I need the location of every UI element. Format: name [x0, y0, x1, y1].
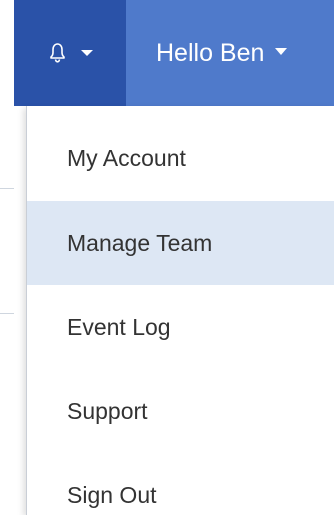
chevron-down-icon — [80, 48, 94, 58]
menu-item-label: My Account — [67, 145, 186, 171]
menu-item-manage-team[interactable]: Manage Team — [27, 201, 334, 285]
menu-item-label: Event Log — [67, 313, 171, 340]
background-divider — [0, 188, 14, 189]
notifications-button[interactable] — [14, 0, 126, 106]
menu-item-sign-out[interactable]: Sign Out — [27, 453, 334, 515]
user-menu-button[interactable]: Hello Ben — [126, 0, 334, 106]
menu-item-label: Sign Out — [67, 481, 157, 508]
menu-item-support[interactable]: Support — [27, 369, 334, 453]
background-divider — [0, 313, 14, 314]
menu-item-my-account[interactable]: My Account — [27, 106, 334, 201]
top-navbar: Hello Ben — [14, 0, 334, 106]
menu-item-event-log[interactable]: Event Log — [27, 285, 334, 369]
user-dropdown-menu: My Account Manage Team Event Log Support… — [26, 106, 334, 515]
page: Hello Ben My Account Manage Team Event L… — [0, 0, 334, 515]
chevron-down-icon — [275, 47, 288, 55]
user-menu-label: Hello Ben — [156, 38, 265, 67]
menu-item-label: Support — [67, 397, 148, 424]
menu-item-label: Manage Team — [67, 229, 213, 256]
bell-icon — [46, 42, 80, 64]
